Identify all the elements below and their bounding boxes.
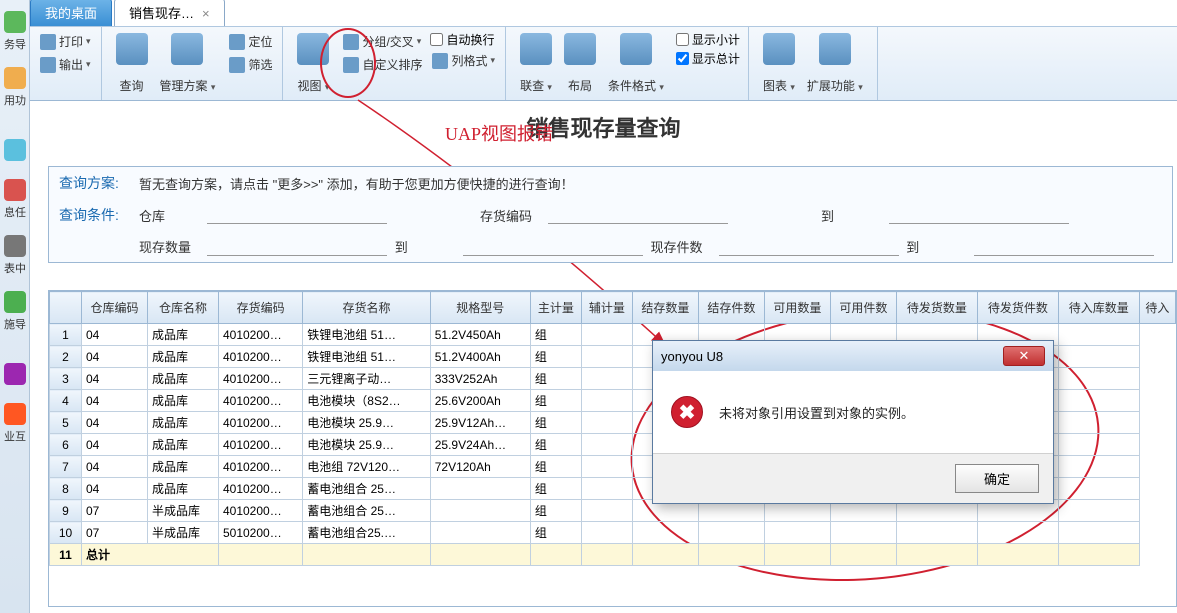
sb-icon: [4, 403, 26, 425]
col-rownum[interactable]: [50, 292, 82, 324]
autowrap-check[interactable]: 自动换行: [430, 31, 497, 48]
layout-icon: [564, 33, 596, 65]
ext-button[interactable]: 扩展功能 ▾: [801, 31, 869, 96]
pieces-to-input[interactable]: [974, 238, 1154, 256]
dialog-titlebar[interactable]: yonyou U8 ✕: [653, 341, 1053, 371]
condfmt-button[interactable]: 条件格式 ▾: [602, 31, 670, 96]
col-header[interactable]: 辅计量: [581, 292, 632, 324]
left-sidebar: 务导 用功 息任 表中 施导 业互: [0, 0, 30, 613]
ok-button[interactable]: 确定: [955, 464, 1039, 493]
scheme-icon: [171, 33, 203, 65]
export-button[interactable]: 输出▾: [38, 54, 93, 75]
sb-item-4[interactable]: 息任: [1, 169, 29, 224]
invcode-to-input[interactable]: [889, 206, 1069, 224]
scheme-button[interactable]: 管理方案 ▾: [154, 31, 222, 96]
total-row[interactable]: 11总计: [50, 544, 1176, 566]
sb-icon: [4, 139, 26, 161]
invcode-input[interactable]: [548, 206, 728, 224]
grandtotal-check[interactable]: 显示总计: [676, 50, 740, 67]
sb-icon: [4, 11, 26, 33]
sb-icon: [4, 235, 26, 257]
sb-item-2[interactable]: 用功: [1, 57, 29, 112]
condfmt-icon: [620, 33, 652, 65]
col-header[interactable]: 存货名称: [303, 292, 430, 324]
export-icon: [40, 57, 56, 73]
link-icon: [520, 33, 552, 65]
col-header[interactable]: 仓库名称: [148, 292, 219, 324]
col-header[interactable]: 主计量: [530, 292, 581, 324]
page-title: 销售现存量查询: [30, 101, 1177, 146]
group-button[interactable]: 分组/交叉▾: [341, 31, 424, 52]
pieces-input[interactable]: [719, 238, 899, 256]
sb-icon: [4, 179, 26, 201]
view-icon: [297, 33, 329, 65]
dialog-title: yonyou U8: [661, 349, 723, 364]
error-dialog: yonyou U8 ✕ ✖ 未将对象引用设置到对象的实例。 确定: [652, 340, 1054, 504]
sb-icon: [4, 67, 26, 89]
sb-item-3[interactable]: [1, 113, 29, 168]
tab-bar: 我的桌面 销售现存…×: [30, 0, 227, 26]
sb-item-7[interactable]: [1, 337, 29, 392]
close-icon[interactable]: ×: [202, 6, 210, 21]
linkquery-button[interactable]: 联查 ▾: [514, 31, 558, 96]
col-header[interactable]: 可用件数: [830, 292, 896, 324]
col-header[interactable]: 待发货件数: [977, 292, 1058, 324]
layout-button[interactable]: 布局: [558, 31, 602, 96]
sort-button[interactable]: 自定义排序: [341, 54, 424, 75]
col-header[interactable]: 规格型号: [430, 292, 530, 324]
col-header[interactable]: 结存数量: [632, 292, 698, 324]
colstyle-button[interactable]: 列格式▾: [430, 50, 497, 71]
qty-to-input[interactable]: [463, 238, 643, 256]
sb-icon: [4, 363, 26, 385]
table-row[interactable]: 1007半成品库5010200…蓄电池组合25.…组: [50, 522, 1176, 544]
filter-icon: [229, 57, 245, 73]
cond-label: 查询条件:: [59, 205, 139, 225]
search-icon: [116, 33, 148, 65]
column-icon: [432, 53, 448, 69]
chart-icon: [763, 33, 795, 65]
col-header[interactable]: 待入库数量: [1058, 292, 1139, 324]
col-header[interactable]: 待发货数量: [896, 292, 977, 324]
col-header[interactable]: 待入: [1139, 292, 1175, 324]
qty-input[interactable]: [207, 238, 387, 256]
query-panel: 查询方案: 暂无查询方案，请点击 "更多>>" 添加，有助于您更加方便快捷的进行…: [48, 166, 1173, 263]
sb-item-5[interactable]: 表中: [1, 225, 29, 280]
col-header[interactable]: 仓库编码: [82, 292, 148, 324]
tab-desktop[interactable]: 我的桌面: [30, 0, 112, 26]
print-button[interactable]: 打印▾: [38, 31, 93, 52]
dialog-message: 未将对象引用设置到对象的实例。: [719, 403, 914, 422]
warehouse-input[interactable]: [207, 206, 387, 224]
ext-icon: [819, 33, 851, 65]
sb-icon: [4, 291, 26, 313]
sort-icon: [343, 57, 359, 73]
annotation-text: UAP视图报错: [445, 120, 553, 146]
col-header[interactable]: 可用数量: [764, 292, 830, 324]
printer-icon: [40, 34, 56, 50]
tab-sales-stock[interactable]: 销售现存…×: [114, 0, 225, 26]
view-button[interactable]: 视图 ▾: [291, 31, 335, 96]
close-button[interactable]: ✕: [1003, 346, 1045, 366]
ribbon: 打印▾ 输出▾ 查询 管理方案 ▾ 定位 筛选 视图 ▾ 分组/交叉▾ 自定义排…: [30, 26, 1177, 101]
filter-button[interactable]: 筛选: [227, 54, 274, 75]
sb-item-8[interactable]: 业互: [1, 393, 29, 448]
scheme-label: 查询方案:: [59, 173, 139, 193]
col-header[interactable]: 结存件数: [698, 292, 764, 324]
locate-button[interactable]: 定位: [227, 31, 274, 52]
query-button[interactable]: 查询: [110, 31, 154, 96]
scheme-hint: 暂无查询方案，请点击 "更多>>" 添加，有助于您更加方便快捷的进行查询！: [139, 174, 574, 193]
group-icon: [343, 34, 359, 50]
chart-button[interactable]: 图表 ▾: [757, 31, 801, 96]
sb-item-6[interactable]: 施导: [1, 281, 29, 336]
subtotal-check[interactable]: 显示小计: [676, 31, 740, 48]
locate-icon: [229, 34, 245, 50]
col-header[interactable]: 存货编码: [218, 292, 302, 324]
error-icon: ✖: [671, 396, 703, 428]
sb-item-1[interactable]: 务导: [1, 1, 29, 56]
